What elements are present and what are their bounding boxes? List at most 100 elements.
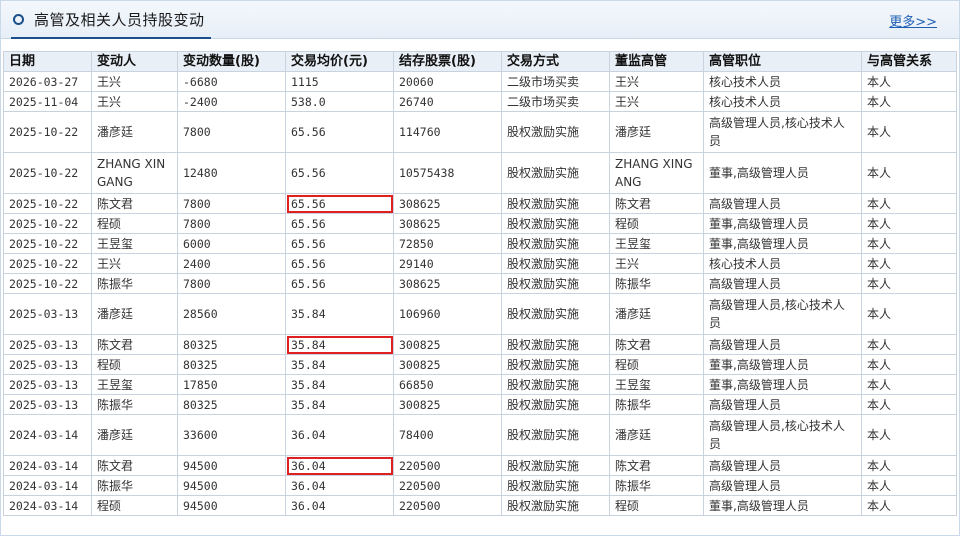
more-link[interactable]: 更多>> bbox=[889, 11, 937, 30]
table-row: 2026-03-27 王兴 -6680 1115 20060 二级市场买卖 王兴 核心技术人员… bbox=[3, 71, 957, 92]
cell-change-qty: 33600 bbox=[177, 414, 286, 456]
cell-position: 高级管理人员,核心技术人员 bbox=[703, 111, 862, 153]
cell-remaining-shares: 308625 bbox=[393, 273, 502, 294]
cell-change-qty: 7800 bbox=[177, 273, 286, 294]
table-row: 2025-03-13 潘彦廷 28560 35.84 106960 股权激励实施 潘彦廷 高级… bbox=[3, 293, 957, 335]
table-row: 2025-03-13 陈文君 80325 35.84 300825 股权激励实施 陈文君 高级… bbox=[3, 334, 957, 355]
cell-executive: 潘彦廷 bbox=[609, 111, 704, 153]
cell-position: 高级管理人员 bbox=[703, 394, 862, 415]
cell-relation: 本人 bbox=[861, 152, 957, 194]
header-remaining-shares: 结存股票(股) bbox=[393, 51, 502, 72]
cell-executive: 王昱玺 bbox=[609, 233, 704, 254]
cell-trade-method: 二级市场买卖 bbox=[501, 71, 610, 92]
cell-trade-method: 股权激励实施 bbox=[501, 193, 610, 214]
table-body: 2026-03-27 王兴 -6680 1115 20060 二级市场买卖 王兴 核心技术人员… bbox=[3, 71, 957, 516]
cell-relation: 本人 bbox=[861, 293, 957, 335]
cell-executive: 王兴 bbox=[609, 91, 704, 112]
cell-executive: ZHANG XINGANG bbox=[609, 152, 704, 194]
cell-person: 程硕 bbox=[91, 213, 178, 234]
cell-remaining-shares: 20060 bbox=[393, 71, 502, 92]
cell-relation: 本人 bbox=[861, 414, 957, 456]
cell-remaining-shares: 220500 bbox=[393, 475, 502, 496]
cell-remaining-shares: 72850 bbox=[393, 233, 502, 254]
cell-trade-method: 股权激励实施 bbox=[501, 213, 610, 234]
panel-title: 高管及相关人员持股变动 bbox=[34, 10, 205, 29]
cell-remaining-shares: 300825 bbox=[393, 394, 502, 415]
cell-trade-method: 股权激励实施 bbox=[501, 354, 610, 375]
cell-position: 高级管理人员 bbox=[703, 475, 862, 496]
cell-date: 2025-10-22 bbox=[3, 193, 92, 214]
cell-executive: 陈文君 bbox=[609, 334, 704, 355]
cell-change-qty: 7800 bbox=[177, 213, 286, 234]
cell-date: 2024-03-14 bbox=[3, 455, 92, 476]
cell-change-qty: 7800 bbox=[177, 193, 286, 214]
cell-avg-price: 65.56 bbox=[285, 152, 394, 194]
cell-remaining-shares: 66850 bbox=[393, 374, 502, 395]
cell-trade-method: 股权激励实施 bbox=[501, 152, 610, 194]
cell-executive: 程硕 bbox=[609, 495, 704, 516]
cell-date: 2025-10-22 bbox=[3, 253, 92, 274]
cell-date: 2025-03-13 bbox=[3, 354, 92, 375]
cell-person: 陈文君 bbox=[91, 455, 178, 476]
cell-executive: 王兴 bbox=[609, 71, 704, 92]
cell-relation: 本人 bbox=[861, 213, 957, 234]
table-row: 2025-10-22 陈振华 7800 65.56 308625 股权激励实施 陈振华 高级管… bbox=[3, 273, 957, 294]
cell-trade-method: 股权激励实施 bbox=[501, 414, 610, 456]
cell-remaining-shares: 220500 bbox=[393, 455, 502, 476]
cell-person: 程硕 bbox=[91, 495, 178, 516]
cell-avg-price: 65.56 bbox=[285, 273, 394, 294]
cell-person: 陈振华 bbox=[91, 273, 178, 294]
cell-position: 董事,高级管理人员 bbox=[703, 213, 862, 234]
cell-relation: 本人 bbox=[861, 71, 957, 92]
cell-relation: 本人 bbox=[861, 273, 957, 294]
cell-avg-price: 35.84 bbox=[285, 293, 394, 335]
cell-remaining-shares: 300825 bbox=[393, 354, 502, 375]
cell-change-qty: 80325 bbox=[177, 394, 286, 415]
holding-change-table: 日期 变动人 变动数量(股) 交易均价(元) 结存股票(股) 交易方式 董监高管 高管职位 与高… bbox=[3, 51, 957, 516]
cell-change-qty: 94500 bbox=[177, 495, 286, 516]
cell-date: 2025-10-22 bbox=[3, 233, 92, 254]
cell-avg-price: 35.84 bbox=[285, 374, 394, 395]
cell-avg-price: 35.84 bbox=[285, 394, 394, 415]
header-trade-method: 交易方式 bbox=[501, 51, 610, 72]
cell-relation: 本人 bbox=[861, 455, 957, 476]
cell-person: 王兴 bbox=[91, 71, 178, 92]
cell-person: 潘彦廷 bbox=[91, 111, 178, 153]
cell-executive: 陈振华 bbox=[609, 394, 704, 415]
cell-date: 2025-10-22 bbox=[3, 273, 92, 294]
cell-remaining-shares: 10575438 bbox=[393, 152, 502, 194]
table-row: 2025-03-13 王昱玺 17850 35.84 66850 股权激励实施 王昱玺 董事,… bbox=[3, 374, 957, 395]
cell-avg-price: 65.56 bbox=[285, 233, 394, 254]
cell-person: 王昱玺 bbox=[91, 233, 178, 254]
cell-avg-price: 538.0 bbox=[285, 91, 394, 112]
cell-executive: 陈文君 bbox=[609, 455, 704, 476]
cell-position: 核心技术人员 bbox=[703, 71, 862, 92]
cell-position: 董事,高级管理人员 bbox=[703, 233, 862, 254]
table-row: 2025-10-22 ZHANG XINGANG 12480 65.56 1057543… bbox=[3, 152, 957, 194]
cell-remaining-shares: 114760 bbox=[393, 111, 502, 153]
header-executive: 董监高管 bbox=[609, 51, 704, 72]
table-row: 2025-10-22 陈文君 7800 65.56 308625 股权激励实施 陈文君 高级管… bbox=[3, 193, 957, 214]
cell-change-qty: 94500 bbox=[177, 475, 286, 496]
cell-position: 高级管理人员,核心技术人员 bbox=[703, 293, 862, 335]
cell-person: 程硕 bbox=[91, 354, 178, 375]
cell-relation: 本人 bbox=[861, 334, 957, 355]
header-position: 高管职位 bbox=[703, 51, 862, 72]
cell-relation: 本人 bbox=[861, 111, 957, 153]
highlighted-price-cell: 65.56 bbox=[285, 193, 394, 214]
cell-avg-price: 36.04 bbox=[285, 414, 394, 456]
table-row: 2025-10-22 潘彦廷 7800 65.56 114760 股权激励实施 潘彦廷 高级管… bbox=[3, 111, 957, 153]
cell-executive: 陈振华 bbox=[609, 475, 704, 496]
cell-position: 董事,高级管理人员 bbox=[703, 495, 862, 516]
cell-change-qty: -6680 bbox=[177, 71, 286, 92]
panel-title-tab: 高管及相关人员持股变动 bbox=[11, 1, 211, 39]
table-row: 2025-10-22 王昱玺 6000 65.56 72850 股权激励实施 王昱玺 董事,高… bbox=[3, 233, 957, 254]
cell-relation: 本人 bbox=[861, 374, 957, 395]
cell-date: 2025-10-22 bbox=[3, 152, 92, 194]
cell-position: 董事,高级管理人员 bbox=[703, 374, 862, 395]
cell-change-qty: 94500 bbox=[177, 455, 286, 476]
table-row: 2024-03-14 陈文君 94500 36.04 220500 股权激励实施 陈文君 高级… bbox=[3, 455, 957, 476]
circle-bullet-icon bbox=[13, 13, 24, 25]
cell-remaining-shares: 308625 bbox=[393, 213, 502, 234]
cell-person: 陈振华 bbox=[91, 394, 178, 415]
